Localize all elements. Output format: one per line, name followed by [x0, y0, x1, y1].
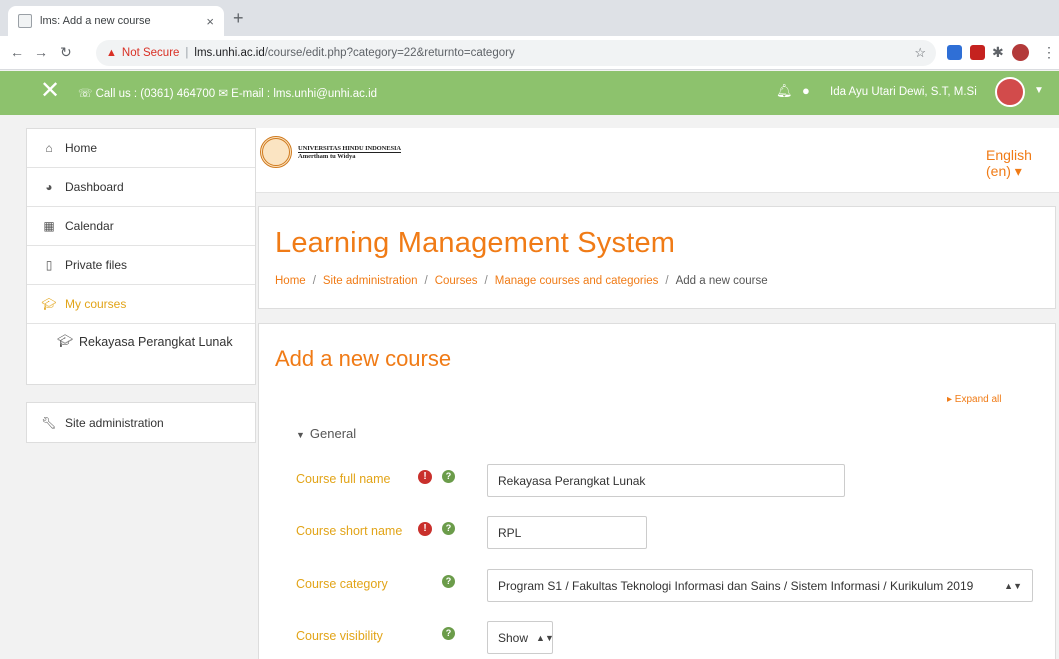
sidebar-item-label: My courses — [65, 297, 127, 311]
course-form: Add a new course ▸ Expand all ▼ General C… — [258, 323, 1056, 659]
page-header-card: Learning Management System Home / Site adm… — [258, 206, 1056, 309]
course-fullname-input[interactable]: Rekayasa Perangkat Lunak — [487, 464, 845, 497]
graduation-cap-icon: 🎓︎ — [57, 334, 73, 348]
tab-title: lms: Add a new course — [40, 15, 151, 27]
sidebar-item-label: Calendar — [65, 219, 114, 233]
university-seal-icon — [260, 136, 292, 168]
required-icon: ! — [418, 470, 432, 484]
sidebar-item-label: Site administration — [65, 415, 164, 430]
calendar-icon: ▦ — [43, 219, 55, 233]
breadcrumb-divider: / — [484, 275, 488, 287]
breadcrumb-manage-courses[interactable]: Manage courses and categories — [495, 275, 659, 287]
site-logo[interactable]: UNIVERSITAS HINDU INDONESIA Amertham tu … — [260, 136, 401, 168]
home-icon: ⌂ — [45, 141, 53, 155]
nav-block-admin: 🔧︎ Site administration — [26, 402, 256, 443]
favicon-icon — [18, 14, 32, 28]
language-menu[interactable]: English (en) ▾ — [986, 147, 1059, 180]
select-arrows-icon: ▲▼ — [536, 632, 554, 643]
breadcrumb-divider: / — [424, 275, 428, 287]
nav-block-main: ⌂ Home ◕ Dashboard ▦ Calendar ▯ Private … — [26, 128, 256, 385]
extensions-puzzle-icon[interactable]: ✱ — [992, 44, 1004, 61]
expand-all-link[interactable]: ▸ Expand all — [947, 394, 1002, 405]
breadcrumb-site-administration[interactable]: Site administration — [323, 275, 418, 287]
form-heading: Add a new course — [275, 346, 452, 371]
notification-bell-icon[interactable]: 🔔︎ — [776, 83, 793, 99]
sidebar-item-course[interactable]: 🎓︎ Rekayasa Perangkat Lunak — [27, 324, 255, 384]
user-menu-caret-icon[interactable]: ▼ — [1034, 85, 1044, 96]
warning-icon: ▲ — [106, 47, 117, 59]
dashboard-icon: ◕ — [45, 180, 53, 194]
browser-profile-avatar[interactable] — [1012, 44, 1029, 61]
breadcrumb-current: Add a new course — [675, 275, 768, 287]
browser-menu-icon[interactable]: ⋮ — [1042, 44, 1056, 61]
field-value: Show — [498, 630, 529, 645]
url-path: /course/edit.php?category=22&returnto=ca… — [264, 47, 515, 59]
extension-icon-2[interactable] — [970, 45, 985, 60]
logo-line-1: UNIVERSITAS HINDU INDONESIA — [298, 144, 402, 153]
help-icon[interactable]: ? — [442, 627, 455, 640]
address-bar: ← → ↻ ▲ Not Secure | lms.unhi.ac.id /cou… — [0, 36, 1059, 70]
site-navbar: ✕ ☏ Call us : (0361) 464700 ✉ E-mail : l… — [0, 71, 1059, 115]
file-icon: ▯ — [45, 258, 53, 272]
course-visibility-select[interactable]: Show ▲▼ — [487, 621, 554, 654]
sidebar-item-home[interactable]: ⌂ Home — [27, 129, 255, 168]
page-title: Learning Management System — [275, 227, 676, 259]
logo-text: UNIVERSITAS HINDU INDONESIA Amertham tu … — [298, 145, 401, 160]
back-icon[interactable]: ← — [10, 44, 24, 60]
graduation-cap-icon: 🎓︎ — [41, 297, 57, 311]
field-label: Course full name — [296, 472, 391, 486]
required-icon: ! — [418, 522, 432, 536]
breadcrumb-courses[interactable]: Courses — [435, 275, 478, 287]
select-arrows-icon: ▲▼ — [1004, 580, 1022, 591]
sidebar-course-label: Rekayasa Perangkat Lunak — [79, 335, 233, 349]
not-secure-label: Not Secure — [121, 47, 180, 59]
course-category-select[interactable]: Program S1 / Fakultas Teknologi Informas… — [487, 569, 1033, 602]
section-title: General — [309, 426, 357, 441]
browser-tab[interactable]: lms: Add a new course × — [8, 6, 224, 36]
course-shortname-input[interactable]: RPL — [487, 516, 647, 549]
url-field[interactable]: ▲ Not Secure | lms.unhi.ac.id /course/ed… — [96, 40, 936, 66]
url-host: lms.unhi.ac.id — [194, 47, 265, 59]
messages-icon[interactable]: ● — [802, 83, 810, 98]
help-icon[interactable]: ? — [442, 522, 455, 535]
field-value: RPL — [498, 525, 522, 540]
breadcrumb: Home / Site administration / Courses / Manage … — [275, 275, 768, 287]
contact-info: ☏ Call us : (0361) 464700 ✉ E-mail : lms… — [78, 88, 378, 100]
sidebar-item-label: Private files — [65, 258, 128, 272]
close-drawer-icon[interactable]: ✕ — [40, 79, 60, 103]
field-label: Course category — [296, 577, 388, 591]
breadcrumb-divider: / — [665, 275, 669, 287]
forward-icon[interactable]: → — [34, 44, 48, 60]
collapse-triangle-icon: ▼ — [296, 430, 305, 440]
logo-line-2: Amertham tu Widya — [298, 152, 356, 160]
user-name[interactable]: Ida Ayu Utari Dewi, S.T, M.Si — [830, 86, 977, 98]
extension-icon-1[interactable] — [947, 45, 962, 60]
sidebar-item-my-courses[interactable]: 🎓︎ My courses — [27, 285, 255, 324]
sidebar-item-private-files[interactable]: ▯ Private files — [27, 246, 255, 285]
user-avatar[interactable] — [995, 77, 1025, 107]
field-value: Rekayasa Perangkat Lunak — [498, 473, 646, 488]
sidebar-item-dashboard[interactable]: ◕ Dashboard — [27, 168, 255, 207]
sidebar-item-label: Home — [65, 141, 98, 155]
section-toggle-general[interactable]: ▼ General — [296, 426, 356, 441]
help-icon[interactable]: ? — [442, 575, 455, 588]
wrench-icon: 🔧︎ — [41, 415, 57, 430]
help-icon[interactable]: ? — [442, 470, 455, 483]
page-header: UNIVERSITAS HINDU INDONESIA Amertham tu … — [256, 128, 1059, 193]
browser-tabstrip: lms: Add a new course × + — [0, 0, 1059, 36]
field-label: Course visibility — [296, 629, 383, 643]
field-value: Program S1 / Fakultas Teknologi Informas… — [498, 578, 974, 593]
breadcrumb-home[interactable]: Home — [275, 275, 306, 287]
new-tab-button[interactable]: + — [233, 8, 244, 29]
sidebar-item-label: Dashboard — [65, 180, 124, 194]
url-separator: | — [185, 47, 189, 59]
sidebar-item-calendar[interactable]: ▦ Calendar — [27, 207, 255, 246]
nav-drawer: ⌂ Home ◕ Dashboard ▦ Calendar ▯ Private … — [26, 128, 256, 443]
bookmark-star-icon[interactable]: ☆ — [914, 45, 926, 61]
field-label: Course short name — [296, 524, 403, 538]
reload-icon[interactable]: ↻ — [60, 44, 72, 61]
sidebar-item-site-administration[interactable]: 🔧︎ Site administration — [27, 403, 255, 442]
tab-close-icon[interactable]: × — [206, 14, 214, 29]
breadcrumb-divider: / — [312, 275, 316, 287]
